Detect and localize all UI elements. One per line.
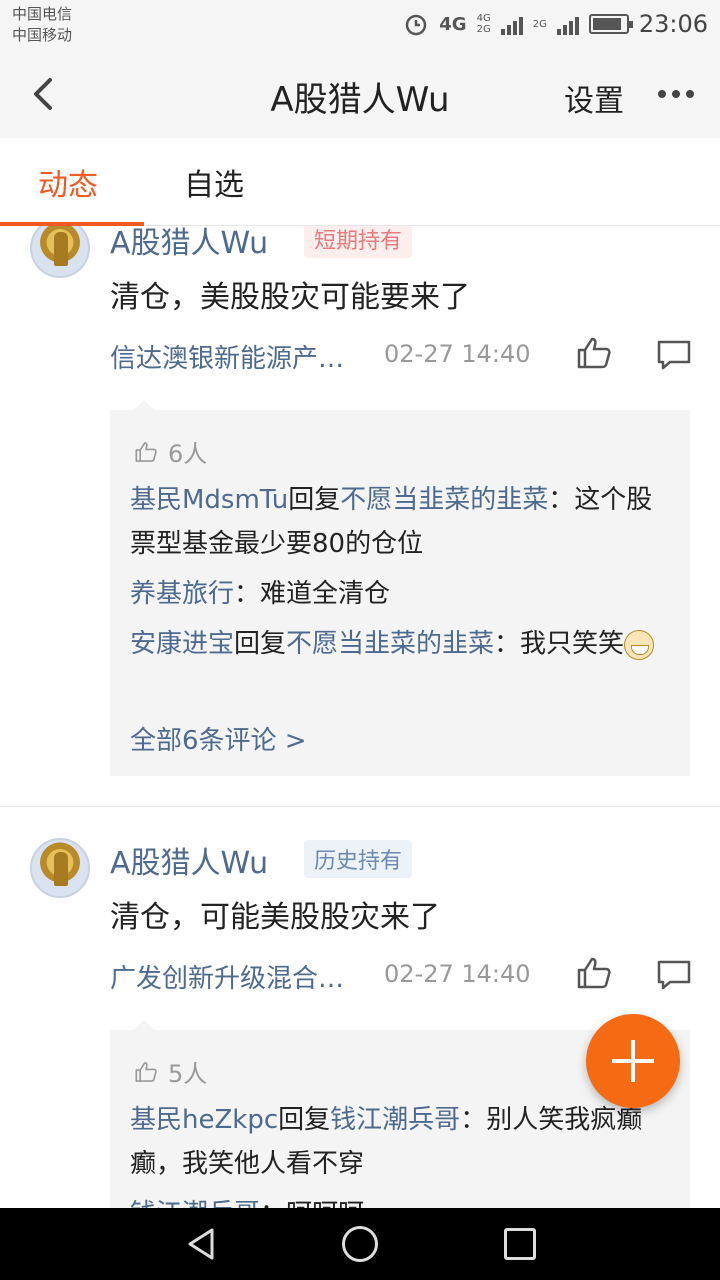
reply-target[interactable]: 不愿当韭菜的韭菜 xyxy=(286,629,494,659)
comment-user[interactable]: 基民MdsmTu xyxy=(130,485,288,515)
post-card: A股猎人Wu 短期持有 清仓，美股股灾可能要来了 信达澳银新能源产… 02-27… xyxy=(0,226,720,808)
nav-recent-icon[interactable] xyxy=(504,1228,536,1260)
comment-text: ：难道全清仓 xyxy=(234,579,391,609)
comment-user[interactable]: 钱江潮兵哥 xyxy=(130,1199,260,1208)
comment-item[interactable]: 养基旅行：难道全清仓 xyxy=(130,572,678,616)
all-comments-link[interactable]: 全部6条评论 > xyxy=(130,720,307,757)
carrier-1: 中国电信 xyxy=(12,5,73,23)
reply-word: 回复 xyxy=(288,485,341,515)
tab-bar: 动态 自选 xyxy=(0,138,720,226)
comment-icon[interactable] xyxy=(656,338,692,372)
like-count: 5人 xyxy=(168,1060,208,1088)
dual-network: 4G 2G xyxy=(477,13,491,35)
likes-row: 5人 xyxy=(134,1054,207,1089)
carrier-2: 中国移动 xyxy=(12,26,73,44)
comment-item[interactable]: 安康进宝回复不愿当韭菜的韭菜：我只笑笑 xyxy=(130,622,678,666)
post-content[interactable]: 清仓，美股股灾可能要来了 xyxy=(110,272,470,316)
like-small-icon xyxy=(135,441,157,462)
comment-item[interactable]: 基民MdsmTu回复不愿当韭菜的韭菜：这个股票型基金最少要80的仓位 xyxy=(130,478,678,566)
nav-home-icon[interactable] xyxy=(342,1226,378,1262)
tab-dynamics[interactable]: 动态 xyxy=(38,160,98,204)
holding-tag: 短期持有 xyxy=(304,226,413,258)
signal-icon-2 xyxy=(556,13,579,35)
comment-user[interactable]: 养基旅行 xyxy=(130,579,234,609)
reply-target[interactable]: 钱江潮兵哥 xyxy=(330,1105,460,1135)
holding-tag: 历史持有 xyxy=(304,840,413,878)
fund-link[interactable]: 信达澳银新能源产… xyxy=(110,338,344,375)
post-time: 02-27 14:40 xyxy=(384,960,531,988)
nav-back-icon[interactable] xyxy=(184,1226,220,1262)
network-small-2g: 2G xyxy=(476,24,491,35)
like-icon[interactable] xyxy=(576,336,612,370)
more-icon[interactable] xyxy=(658,76,698,112)
status-bar: 中国电信 中国移动 4G 4G 2G 2G 23:06 xyxy=(0,0,720,50)
network-small-4g: 4G xyxy=(476,13,491,24)
comment-user[interactable]: 基民heZkpc xyxy=(130,1105,278,1135)
tab-watchlist[interactable]: 自选 xyxy=(184,160,244,204)
nav-bar: A股猎人Wu 设置 xyxy=(0,50,720,138)
signal-icon-1 xyxy=(500,13,523,35)
reply-target[interactable]: 不愿当韭菜的韭菜 xyxy=(340,485,548,515)
fund-link[interactable]: 广发创新升级混合… xyxy=(110,958,344,995)
alarm-icon xyxy=(406,14,427,36)
status-icons: 4G 4G 2G 2G 23:06 xyxy=(403,6,708,42)
battery-icon xyxy=(588,14,633,34)
reply-word: 回复 xyxy=(278,1105,331,1135)
carrier-info: 中国电信 中国移动 xyxy=(12,4,72,46)
network-2g: 2G xyxy=(532,18,547,30)
clock: 23:06 xyxy=(638,10,708,38)
divider xyxy=(0,806,720,807)
post-time: 02-27 14:40 xyxy=(384,340,531,368)
reply-word: 回复 xyxy=(234,629,287,659)
comment-item[interactable]: 基民heZkpc回复钱江潮兵哥：别人笑我疯癫癫，我笑他人看不穿 xyxy=(130,1098,678,1186)
avatar[interactable] xyxy=(30,226,90,278)
comment-icon[interactable] xyxy=(656,958,692,992)
like-icon[interactable] xyxy=(576,956,612,990)
comment-item[interactable]: 钱江潮兵哥：呵呵呵 xyxy=(130,1192,678,1208)
system-nav-bar xyxy=(0,1208,720,1280)
add-icon[interactable] xyxy=(586,1014,680,1108)
comment-box: 6人 基民MdsmTu回复不愿当韭菜的韭菜：这个股票型基金最少要80的仓位 养基… xyxy=(110,400,690,776)
avatar[interactable] xyxy=(30,838,90,898)
settings-button[interactable]: 设置 xyxy=(564,76,624,120)
comment-text: ：呵呵呵 xyxy=(260,1199,364,1208)
likes-row: 6人 xyxy=(134,434,207,469)
grin-emoji-icon xyxy=(624,629,655,660)
like-small-icon xyxy=(135,1061,157,1082)
like-count: 6人 xyxy=(168,440,208,468)
author-name[interactable]: A股猎人Wu xyxy=(110,226,268,262)
network-4g: 4G xyxy=(439,13,467,35)
author-name[interactable]: A股猎人Wu xyxy=(110,838,268,882)
comment-user[interactable]: 安康进宝 xyxy=(130,629,234,659)
comment-text: ：我只笑笑 xyxy=(494,629,625,659)
post-content[interactable]: 清仓，可能美股股灾来了 xyxy=(110,892,440,936)
